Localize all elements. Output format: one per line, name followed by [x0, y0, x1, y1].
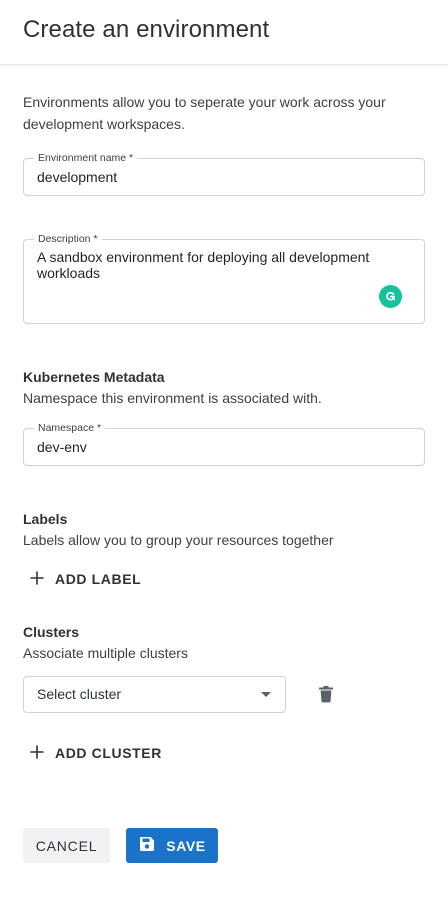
page-title: Create an environment [23, 16, 270, 43]
add-cluster-text: ADD CLUSTER [55, 745, 162, 761]
namespace-field[interactable]: Namespace * dev-env [23, 421, 425, 466]
clusters-section-subtitle: Associate multiple clusters [23, 645, 188, 661]
save-button-label: SAVE [166, 837, 206, 854]
add-cluster-button[interactable]: ADD CLUSTER [23, 738, 162, 768]
labels-section-subtitle: Labels allow you to group your resources… [23, 532, 334, 548]
cancel-button[interactable]: CANCEL [23, 828, 110, 863]
description-input[interactable]: A sandbox environment for deploying all … [37, 249, 382, 281]
kubernetes-section-subtitle: Namespace this environment is associated… [23, 390, 322, 406]
intro-text: Environments allow you to seperate your … [23, 94, 386, 132]
caret-down-icon [261, 692, 271, 697]
plus-icon [29, 570, 45, 589]
description-label: Description * [34, 232, 102, 246]
namespace-label: Namespace * [34, 421, 106, 435]
labels-section-title: Labels [23, 511, 68, 527]
cancel-button-label: CANCEL [35, 837, 98, 854]
add-label-button[interactable]: ADD LABEL [23, 564, 141, 594]
cluster-select[interactable]: Select cluster [23, 676, 286, 713]
clusters-section-title: Clusters [23, 624, 80, 640]
save-button[interactable]: SAVE [126, 828, 218, 863]
namespace-input[interactable]: dev-env [37, 439, 87, 455]
add-label-text: ADD LABEL [55, 571, 142, 587]
save-icon [138, 835, 156, 856]
kubernetes-section-title: Kubernetes Metadata [23, 369, 165, 385]
environment-name-field[interactable]: Environment name * development [23, 151, 425, 196]
grammarly-icon[interactable] [379, 285, 402, 308]
environment-name-input[interactable]: development [37, 169, 117, 185]
environment-name-label: Environment name * [34, 151, 138, 165]
plus-icon [29, 744, 45, 763]
cluster-select-value: Select cluster [37, 686, 122, 702]
description-field[interactable]: Description * A sandbox environment for … [23, 232, 425, 324]
trash-icon[interactable] [316, 684, 336, 704]
header: Create an environment [0, 0, 448, 65]
